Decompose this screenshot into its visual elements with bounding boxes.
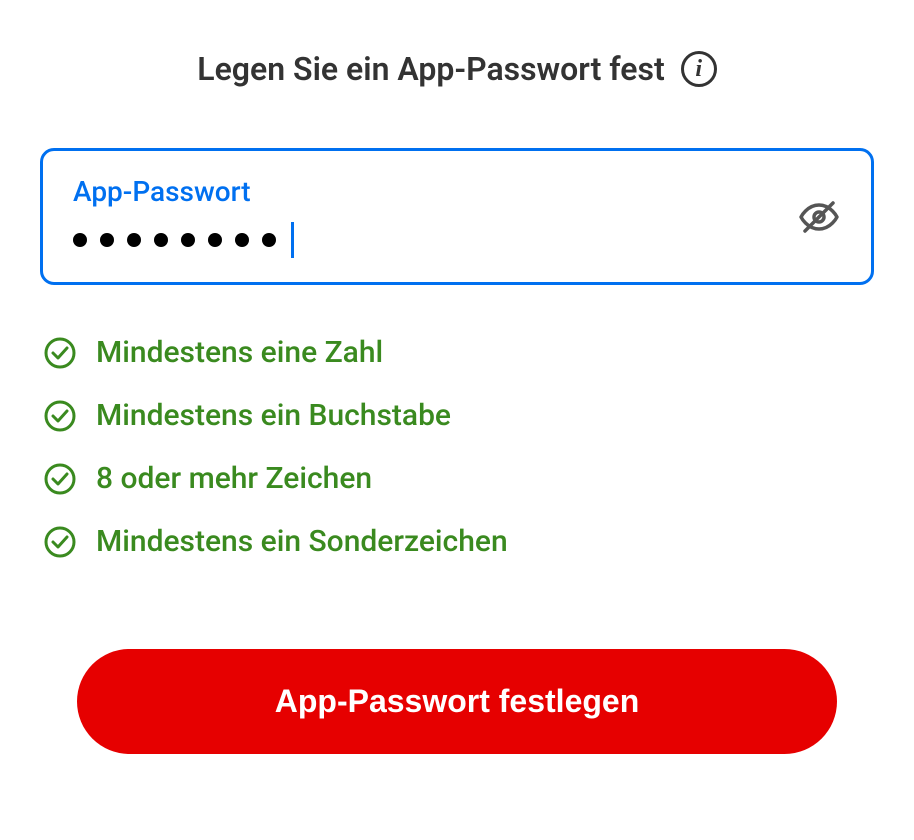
requirement-item: Mindestens ein Sonderzeichen xyxy=(44,524,874,559)
check-icon xyxy=(44,463,76,495)
requirement-item: Mindestens eine Zahl xyxy=(44,335,874,370)
password-dot xyxy=(181,233,195,247)
check-icon xyxy=(44,337,76,369)
password-requirements: Mindestens eine Zahl Mindestens ein Buch… xyxy=(40,335,874,559)
password-dot xyxy=(208,233,222,247)
info-icon[interactable]: i xyxy=(681,51,717,87)
submit-button[interactable]: App-Passwort festlegen xyxy=(77,649,837,754)
requirement-item: Mindestens ein Buchstabe xyxy=(44,398,874,433)
toggle-visibility-icon[interactable] xyxy=(797,195,841,239)
password-dot xyxy=(127,233,141,247)
password-dot xyxy=(100,233,114,247)
requirement-text: Mindestens eine Zahl xyxy=(96,335,383,370)
text-cursor xyxy=(291,222,294,258)
password-input-label: App-Passwort xyxy=(73,175,777,208)
page-title: Legen Sie ein App-Passwort fest xyxy=(197,50,664,88)
password-dot xyxy=(235,233,249,247)
header: Legen Sie ein App-Passwort fest i xyxy=(40,50,874,88)
password-dot xyxy=(154,233,168,247)
requirement-text: Mindestens ein Sonderzeichen xyxy=(96,524,508,559)
check-icon xyxy=(44,526,76,558)
password-dot xyxy=(262,233,276,247)
requirement-text: 8 oder mehr Zeichen xyxy=(96,461,372,496)
password-input-container[interactable]: App-Passwort xyxy=(40,148,874,285)
password-input[interactable] xyxy=(73,222,777,258)
requirement-text: Mindestens ein Buchstabe xyxy=(96,398,451,433)
check-icon xyxy=(44,400,76,432)
requirement-item: 8 oder mehr Zeichen xyxy=(44,461,874,496)
password-dot xyxy=(73,233,87,247)
